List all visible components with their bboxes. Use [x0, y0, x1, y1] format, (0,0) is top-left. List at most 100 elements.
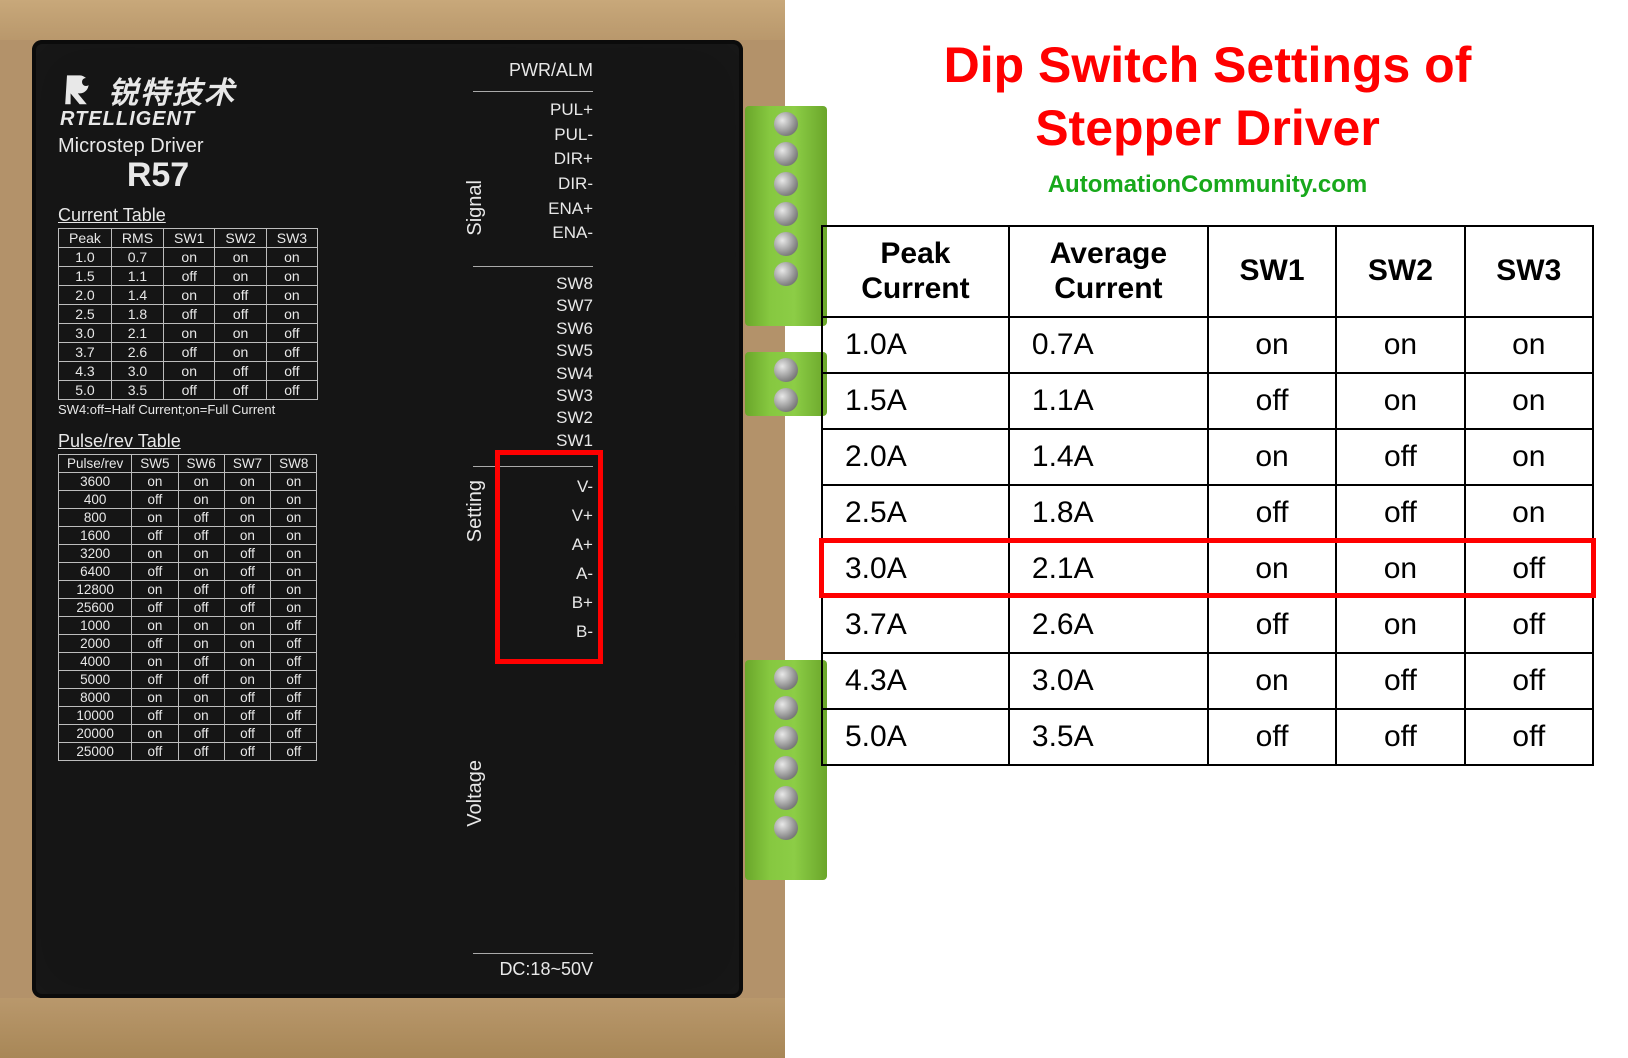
terminal-screw-icon	[774, 142, 798, 166]
dip-sw-label: SW4	[473, 363, 593, 385]
current-table: PeakRMSSW1SW2SW3 1.00.7ononon1.51.1offon…	[58, 228, 318, 400]
table-row: 3.02.1ononoff	[59, 324, 318, 343]
dip-sw-label: SW1	[473, 430, 593, 452]
red-highlight-setting-dip	[495, 450, 603, 664]
table-row: 5000offoffonoff	[59, 671, 317, 689]
dip-row: 3.7A2.6Aoffonoff	[822, 597, 1593, 653]
wood-top	[0, 0, 785, 40]
dip-header: SW3	[1465, 226, 1593, 317]
page-title: Dip Switch Settings of Stepper Driver	[821, 34, 1594, 159]
brand-cn: 锐特技术	[108, 68, 236, 112]
table-row: 8000ononoffoff	[59, 689, 317, 707]
terminal-screw-icon	[774, 786, 798, 810]
dip-row: 4.3A3.0Aonoffoff	[822, 653, 1593, 709]
table-row: 25000offoffoffoff	[59, 743, 317, 761]
dip-row: 2.5A1.8Aoffoffon	[822, 485, 1593, 541]
brand-logo-icon	[58, 70, 98, 110]
ena-terminal-block	[745, 352, 827, 416]
signal-pin-label: ENA-	[473, 221, 593, 246]
dip-sw-label: SW3	[473, 385, 593, 407]
dip-sw-label: SW7	[473, 295, 593, 317]
current-table-title: Current Table	[58, 205, 725, 226]
signal-pin-label: DIR+	[473, 147, 593, 172]
table-row: 3.72.6offonoff	[59, 343, 318, 362]
table-row: 1600offoffonon	[59, 527, 317, 545]
info-panel: Dip Switch Settings of Stepper Driver Au…	[785, 0, 1628, 1058]
dip-row: 1.0A0.7Aononon	[822, 317, 1593, 373]
table-row: 4.33.0onoffoff	[59, 362, 318, 381]
table-header: SW8	[271, 455, 317, 473]
table-row: 800onoffonon	[59, 509, 317, 527]
terminal-screw-icon	[774, 756, 798, 780]
model-line: Microstep Driver	[58, 135, 725, 158]
terminal-screw-icon	[774, 358, 798, 382]
dip-header: SW1	[1208, 226, 1336, 317]
table-row: 1.51.1offonon	[59, 267, 318, 286]
terminal-screw-icon	[774, 172, 798, 196]
terminal-screw-icon	[774, 202, 798, 226]
table-header: SW5	[132, 455, 178, 473]
photo-panel: 锐特技术 RTELLIGENT Microstep Driver R57 Cur…	[0, 0, 785, 1058]
sw4-note: SW4:off=Half Current;on=Full Current	[58, 402, 725, 417]
table-row: 20000onoffoffoff	[59, 725, 317, 743]
signal-pin-label: ENA+	[473, 197, 593, 222]
dip-sw-label: SW8	[473, 273, 593, 295]
table-row: 25600offoffoffon	[59, 599, 317, 617]
table-header: SW2	[215, 229, 266, 248]
pulse-table-title: Pulse/rev Table	[58, 431, 725, 452]
model-number: R57	[58, 156, 258, 195]
dip-sw-label: SW6	[473, 318, 593, 340]
dip-sw-label: SW2	[473, 407, 593, 429]
table-row: 3200ononoffon	[59, 545, 317, 563]
table-row: 2000offononoff	[59, 635, 317, 653]
table-header: SW1	[164, 229, 215, 248]
signal-pin-label: DIR-	[473, 172, 593, 197]
terminal-screw-icon	[774, 232, 798, 256]
voltage-group-label: Voltage	[464, 760, 487, 827]
table-header: Pulse/rev	[59, 455, 132, 473]
table-row: 6400offonoffon	[59, 563, 317, 581]
terminal-screw-icon	[774, 388, 798, 412]
terminal-screw-icon	[774, 112, 798, 136]
dip-row: 2.0A1.4Aonoffon	[822, 429, 1593, 485]
title-line2: Stepper Driver	[1035, 100, 1380, 156]
signal-pin-label: PUL-	[473, 123, 593, 148]
table-row: 2.51.8offoffon	[59, 305, 318, 324]
table-row: 4000onoffonoff	[59, 653, 317, 671]
signal-group-label: Signal	[464, 180, 487, 236]
dip-header: PeakCurrent	[822, 226, 1009, 317]
table-row: 12800onoffoffon	[59, 581, 317, 599]
table-row: 400offononon	[59, 491, 317, 509]
table-header: SW3	[266, 229, 317, 248]
dc-range-label: DC:18~50V	[499, 959, 593, 980]
signal-pin-label: PUL+	[473, 98, 593, 123]
setting-group-label: Setting	[464, 480, 487, 542]
table-row: 10000offonoffoff	[59, 707, 317, 725]
wood-bot	[0, 998, 785, 1058]
dip-header: AverageCurrent	[1009, 226, 1208, 317]
table-row: 3600onononon	[59, 473, 317, 491]
signal-terminal-block	[745, 106, 827, 326]
dip-switch-table: PeakCurrentAverageCurrentSW1SW2SW3 1.0A0…	[821, 225, 1594, 766]
table-header: SW6	[178, 455, 224, 473]
stepper-driver-faceplate: 锐特技术 RTELLIGENT Microstep Driver R57 Cur…	[32, 40, 743, 998]
dip-row: 1.5A1.1Aoffonon	[822, 373, 1593, 429]
dip-sw-label: SW5	[473, 340, 593, 362]
table-header: SW7	[224, 455, 270, 473]
table-row: 1.00.7ononon	[59, 248, 318, 267]
dip-row: 3.0A2.1Aononoff	[822, 541, 1593, 597]
table-header: RMS	[111, 229, 163, 248]
terminal-screw-icon	[774, 816, 798, 840]
title-line1: Dip Switch Settings of	[944, 37, 1472, 93]
table-row: 1000onononoff	[59, 617, 317, 635]
source-credit: AutomationCommunity.com	[821, 171, 1594, 199]
table-row: 5.03.5offoffoff	[59, 381, 318, 400]
brand-en: RTELLIGENT	[60, 108, 725, 131]
terminal-screw-icon	[774, 666, 798, 690]
pwr-alm-label: PWR/ALM	[473, 60, 593, 81]
terminal-screw-icon	[774, 262, 798, 286]
power-terminal-block	[745, 660, 827, 880]
dip-header: SW2	[1336, 226, 1464, 317]
pulse-table: Pulse/revSW5SW6SW7SW8 3600onononon400off…	[58, 454, 317, 761]
terminal-screw-icon	[774, 696, 798, 720]
